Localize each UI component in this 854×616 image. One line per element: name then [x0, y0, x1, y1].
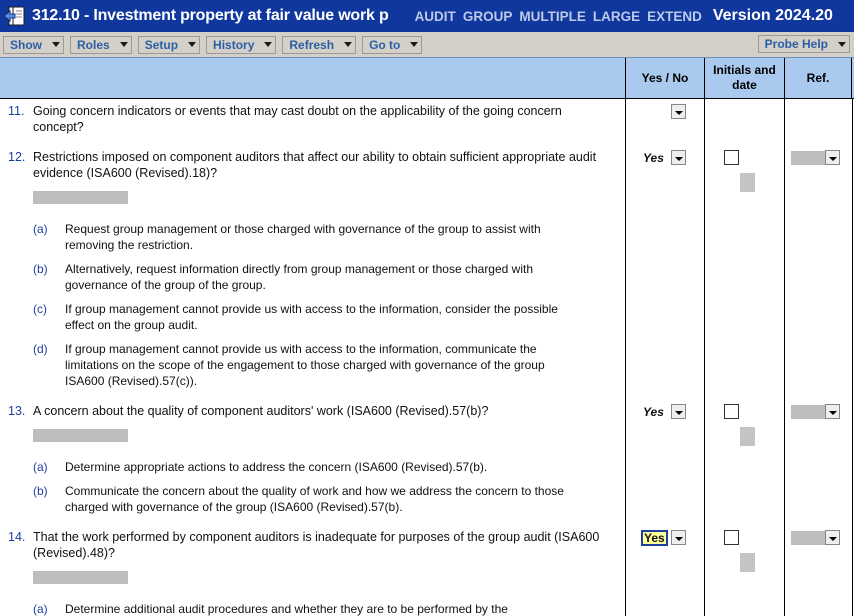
chevron-down-icon [188, 42, 197, 47]
sub-item-text: If group management cannot provide us wi… [65, 342, 545, 388]
column-divider-1 [625, 58, 626, 616]
yesno-value-12[interactable]: Yes [643, 151, 664, 165]
sub-item-text: If group management cannot provide us wi… [65, 302, 558, 332]
sub-item-letter: (b) [33, 262, 48, 276]
document-back-arrow-icon [4, 6, 25, 26]
sub-item-text: Alternatively, request information direc… [65, 262, 534, 292]
toolbar-button-label: Show [10, 37, 42, 52]
chevron-down-icon [264, 42, 273, 47]
window-flag: AUDIT [414, 8, 456, 24]
toolbar-button-label: Setup [144, 37, 179, 52]
column-divider-4 [852, 58, 853, 616]
column-divider-2 [704, 58, 705, 616]
initials-date-value-14 [740, 553, 755, 572]
yesno-value-14[interactable]: Yes [641, 530, 668, 546]
redacted-note [33, 571, 128, 584]
toolbar-button-go-to[interactable]: Go to [362, 35, 423, 54]
toolbar-button-label: Probe Help [764, 37, 828, 51]
sub-item-letter: (a) [33, 460, 48, 474]
initials-checkbox-13[interactable] [724, 404, 739, 419]
window-flag: MULTIPLE [519, 8, 586, 24]
ref-dropdown-button-12[interactable] [825, 150, 840, 165]
sub-item-text: Communicate the concern about the qualit… [65, 484, 564, 514]
toolbar-button-label: Roles [77, 37, 110, 52]
sub-item-text: Determine appropriate actions to address… [65, 460, 488, 474]
toolbar-button-label: Refresh [289, 37, 335, 52]
toolbar-button-show[interactable]: Show [3, 35, 64, 54]
sub-item-letter: (d) [33, 342, 48, 356]
column-header-initials-and-date: Initials and date [704, 58, 784, 98]
yesno-dropdown-button-12[interactable] [671, 150, 686, 165]
window-flag: EXTEND [647, 8, 702, 24]
toolbar-button-label: Go to [369, 37, 401, 52]
yesno-dropdown-button-13[interactable] [671, 404, 686, 419]
initials-checkbox-14[interactable] [724, 530, 739, 545]
toolbar-button-probe-help[interactable]: Probe Help [757, 35, 850, 53]
chevron-down-icon [344, 42, 353, 47]
initials-date-value-13 [740, 427, 755, 446]
chevron-down-icon [838, 41, 846, 47]
yesno-dropdown-button-11[interactable] [671, 104, 686, 119]
yesno-dropdown-button-14[interactable] [671, 530, 686, 545]
toolbar-button-label: History [213, 37, 255, 52]
sub-item-text: Determine additional audit procedures an… [65, 602, 508, 616]
sub-item-letter: (c) [33, 302, 47, 316]
column-divider-3 [784, 58, 785, 616]
grid-body: 11. Going concern indicators or events th… [0, 99, 854, 616]
ref-dropdown-button-13[interactable] [825, 404, 840, 419]
question-text: Going concern indicators or events that … [33, 104, 562, 134]
toolbar-button-setup[interactable]: Setup [137, 35, 201, 54]
initials-date-value-12 [740, 173, 755, 192]
sub-item-text: Request group management or those charge… [65, 222, 541, 252]
question-number: 11. [8, 104, 25, 118]
checklist-grid: Yes / No Initials and date Ref. 11. Going… [0, 58, 854, 616]
question-text: That the work performed by component aud… [33, 530, 600, 560]
toolbar-button-refresh[interactable]: Refresh [282, 35, 357, 54]
toolbar-button-group: Show Roles Setup History Refresh Go to [3, 35, 428, 54]
grid-header-row: Yes / No Initials and date Ref. [0, 58, 854, 99]
window-titlebar: 312.10 - Investment property at fair val… [0, 0, 854, 32]
redacted-note [33, 191, 128, 204]
sub-item-letter: (b) [33, 484, 48, 498]
redacted-note [33, 429, 128, 442]
window-version: Version 2024.20 [712, 7, 833, 24]
window-flag: LARGE [592, 8, 641, 24]
question-number: 14. [8, 530, 26, 544]
chevron-down-icon [52, 42, 60, 47]
column-header-yesno: Yes / No [625, 58, 704, 98]
question-number: 13. [8, 404, 26, 418]
toolbar-right-group: Probe Help [757, 35, 850, 53]
question-number: 12. [8, 150, 26, 164]
ref-dropdown-button-14[interactable] [825, 530, 840, 545]
chevron-down-icon [119, 42, 128, 47]
sub-item-letter: (a) [33, 602, 48, 616]
sub-item-letter: (a) [33, 222, 48, 236]
toolbar-button-roles[interactable]: Roles [70, 35, 132, 54]
window-title: 312.10 - Investment property at fair val… [32, 7, 389, 24]
chevron-down-icon [410, 42, 419, 47]
question-text: A concern about the quality of component… [33, 404, 489, 418]
initials-checkbox-12[interactable] [724, 150, 739, 165]
toolbar: Show Roles Setup History Refresh Go to Probe … [0, 32, 854, 58]
column-header-ref: Ref. [784, 58, 852, 98]
window-flags: AUDIT GROUP MULTIPLE LARGE EXTEND [415, 9, 709, 24]
toolbar-button-history[interactable]: History [206, 35, 277, 54]
yesno-value-13[interactable]: Yes [643, 405, 664, 419]
question-text: Restrictions imposed on component audito… [33, 150, 597, 180]
window-flag: GROUP [462, 8, 513, 24]
